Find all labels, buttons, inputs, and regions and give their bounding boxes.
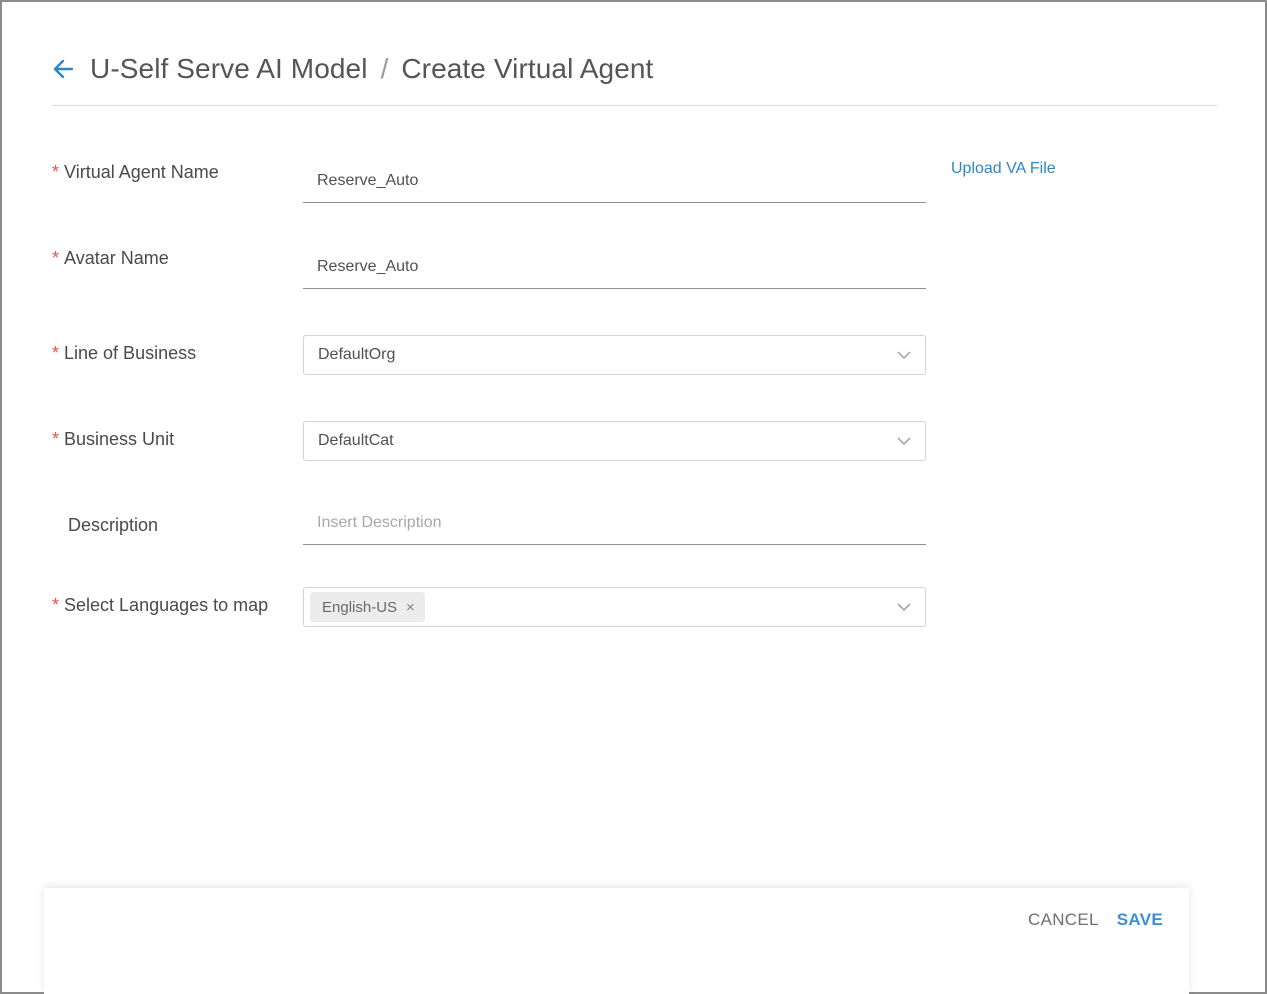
dialog-window: U-Self Serve AI Model / Create Virtual A…	[0, 0, 1267, 994]
arrow-left-icon	[53, 60, 73, 78]
languages-multiselect[interactable]: English-US ×	[303, 587, 926, 627]
line-of-business-row: * Line of Business DefaultOrg	[52, 335, 926, 379]
description-row: Description Insert Description	[52, 501, 926, 545]
back-button[interactable]	[52, 58, 74, 80]
languages-label: * Select Languages to map	[52, 595, 269, 615]
avatar-name-row: * Avatar Name Reserve_Auto	[52, 245, 926, 289]
chevron-down-icon	[897, 437, 911, 445]
close-icon[interactable]: ×	[406, 599, 415, 616]
chevron-down-icon	[897, 351, 911, 359]
breadcrumb-parent[interactable]: U-Self Serve AI Model	[90, 46, 368, 92]
business-unit-select[interactable]: DefaultCat	[303, 421, 926, 461]
description-input[interactable]: Insert Description	[303, 501, 926, 545]
virtual-agent-name-label: * Virtual Agent Name	[52, 162, 219, 182]
description-label: Description	[68, 515, 159, 535]
avatar-name-input[interactable]: Reserve_Auto	[303, 245, 926, 289]
avatar-name-label: * Avatar Name	[52, 248, 169, 268]
footer-actions: CANCEL SAVE	[1028, 910, 1163, 930]
required-marker: *	[52, 429, 60, 449]
required-marker: *	[52, 343, 60, 363]
footer-bar: CANCEL SAVE	[44, 888, 1189, 994]
business-unit-row: * Business Unit DefaultCat	[52, 421, 926, 465]
virtual-agent-name-input[interactable]: Reserve_Auto	[303, 159, 926, 203]
language-tag-label: English-US	[322, 598, 398, 616]
required-marker: *	[52, 595, 60, 615]
save-button[interactable]: SAVE	[1117, 910, 1163, 930]
chevron-down-icon	[897, 603, 911, 611]
page-header: U-Self Serve AI Model / Create Virtual A…	[52, 46, 1217, 106]
cancel-button[interactable]: CANCEL	[1028, 910, 1099, 930]
line-of-business-value: DefaultOrg	[318, 346, 396, 363]
required-marker: *	[52, 162, 60, 182]
language-tag: English-US ×	[310, 592, 425, 622]
required-marker: *	[52, 248, 60, 268]
page-title: Create Virtual Agent	[401, 53, 654, 84]
virtual-agent-name-row: * Virtual Agent Name Reserve_Auto	[52, 159, 926, 203]
line-of-business-select[interactable]: DefaultOrg	[303, 335, 926, 375]
breadcrumb-separator: /	[380, 53, 389, 84]
line-of-business-label: * Line of Business	[52, 343, 197, 363]
business-unit-value: DefaultCat	[318, 432, 394, 449]
upload-va-file-link[interactable]: Upload VA File	[951, 160, 1056, 178]
business-unit-label: * Business Unit	[52, 429, 175, 449]
languages-row: * Select Languages to map English-US ×	[52, 587, 926, 631]
